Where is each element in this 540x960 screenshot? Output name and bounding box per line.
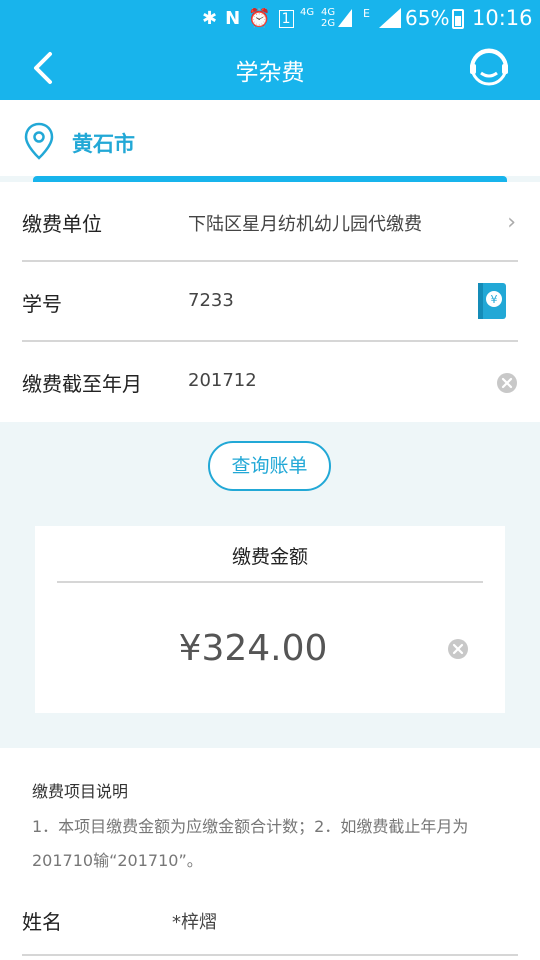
- clock: 10:16: [472, 6, 533, 30]
- divider: [57, 581, 483, 583]
- student-id-input[interactable]: 7233: [188, 290, 234, 311]
- network-label: 4G: [300, 7, 315, 18]
- bluetooth-icon: ✱: [202, 8, 218, 29]
- notes-title: 缴费项目说明: [32, 782, 129, 801]
- amount-value[interactable]: ¥324.00: [35, 628, 471, 669]
- payment-form: 缴费单位 下陆区星月纺机幼儿园代缴费 › 学号 7233 ¥ 缴费截至年月 20…: [0, 182, 540, 422]
- nfc-icon: N: [225, 8, 241, 29]
- battery-icon: [452, 9, 464, 29]
- query-bill-button[interactable]: 查询账单: [208, 441, 331, 491]
- edge-label: E: [363, 7, 370, 20]
- network-4g-2g-icon: 4G 2G: [321, 7, 335, 29]
- name-label: 姓名: [22, 910, 62, 934]
- amount-title: 缴费金额: [231, 546, 308, 568]
- amount-card: 缴费金额 ¥324.00: [35, 526, 505, 713]
- payment-unit-row[interactable]: 缴费单位 下陆区星月纺机幼儿园代缴费 ›: [22, 182, 518, 262]
- clear-icon[interactable]: [496, 372, 518, 394]
- student-id-label: 学号: [22, 292, 62, 316]
- city-selector[interactable]: 黄石市: [0, 100, 540, 176]
- deadline-label: 缴费截至年月: [22, 372, 142, 396]
- location-pin-icon: [24, 122, 54, 160]
- deadline-input[interactable]: 201712: [188, 370, 257, 391]
- svg-text:¥: ¥: [491, 293, 498, 306]
- payment-book-icon[interactable]: ¥: [476, 282, 508, 320]
- payment-unit-label: 缴费单位: [22, 212, 102, 236]
- network-label: 4G: [321, 7, 336, 18]
- notes-section: 缴费项目说明 1．本项目缴费金额为应缴金额合计数；2．如缴费截止年月为20171…: [0, 748, 540, 960]
- customer-service-icon[interactable]: [468, 46, 510, 88]
- chevron-right-icon: ›: [507, 210, 516, 235]
- signal-icon: [379, 8, 401, 28]
- alarm-icon: ⏰: [248, 8, 271, 29]
- deadline-row: 缴费截至年月 201712: [22, 342, 518, 422]
- signal-icon: [338, 9, 352, 27]
- name-value: *梓熠: [172, 912, 217, 933]
- network-4g-icon: 4G: [300, 7, 314, 18]
- payment-unit-value: 下陆区星月纺机幼儿园代缴费: [188, 214, 422, 235]
- sim-icon: 1: [278, 9, 294, 28]
- network-label: 2G: [321, 18, 336, 29]
- clear-icon[interactable]: [447, 638, 469, 660]
- status-bar: ✱ N ⏰ 1 4G 4G 2G E 65% 10:16: [0, 0, 540, 36]
- nav-bar: 学杂费: [0, 36, 540, 100]
- name-row: 姓名 *梓熠: [22, 888, 518, 956]
- battery-percent: 65%: [405, 6, 450, 30]
- notes-text: 1．本项目缴费金额为应缴金额合计数；2．如缴费截止年月为201710输“2017…: [32, 817, 469, 870]
- page-title: 学杂费: [235, 60, 305, 86]
- student-id-row: 学号 7233 ¥: [22, 262, 518, 342]
- city-name: 黄石市: [72, 132, 135, 156]
- system-icons: ✱ N ⏰ 1: [202, 8, 294, 29]
